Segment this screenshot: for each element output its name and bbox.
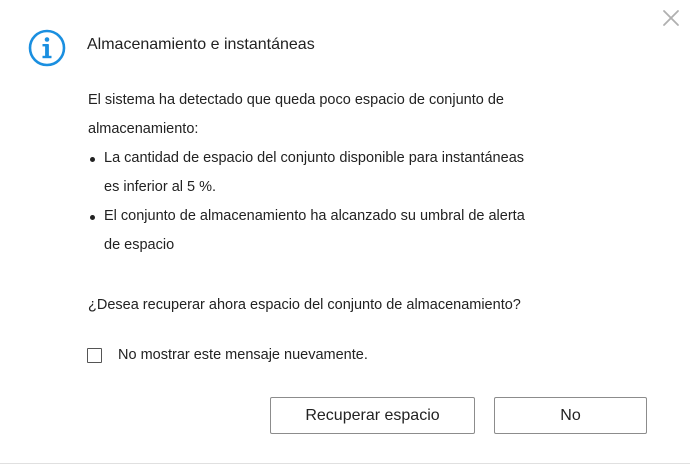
- list-item: La cantidad de espacio del conjunto disp…: [88, 144, 558, 202]
- dont-show-again-row[interactable]: No mostrar este mensaje nuevamente.: [87, 342, 368, 368]
- dialog-title: Almacenamiento e instantáneas: [87, 36, 315, 53]
- dont-show-again-checkbox[interactable]: [87, 347, 102, 363]
- message-bullet-list: La cantidad de espacio del conjunto disp…: [88, 144, 558, 260]
- message-intro: El sistema ha detectado que queda poco e…: [88, 86, 558, 144]
- bullet-line-2: de espacio: [104, 237, 175, 253]
- info-icon: [28, 29, 66, 67]
- message-intro-line-1: El sistema ha detectado que queda poco e…: [88, 92, 504, 108]
- confirmation-question: ¿Desea recuperar ahora espacio del conju…: [88, 297, 521, 313]
- bullet-line-1: La cantidad de espacio del conjunto disp…: [104, 150, 525, 166]
- dialog-message: El sistema ha detectado que queda poco e…: [88, 86, 558, 260]
- list-item: El conjunto de almacenamiento ha alcanza…: [88, 202, 558, 260]
- recover-space-button[interactable]: Recuperar espacio: [270, 397, 475, 434]
- bullet-line-2: es inferior al 5 %.: [104, 179, 217, 195]
- bullet-line-1: El conjunto de almacenamiento ha alcanza…: [104, 208, 525, 224]
- dont-show-again-label[interactable]: No mostrar este mensaje nuevamente.: [118, 347, 368, 363]
- message-intro-line-2: almacenamiento:: [88, 121, 199, 137]
- close-icon[interactable]: [660, 7, 682, 29]
- no-button[interactable]: No: [494, 397, 647, 434]
- alert-dialog: Almacenamiento e instantáneas El sistema…: [0, 0, 690, 464]
